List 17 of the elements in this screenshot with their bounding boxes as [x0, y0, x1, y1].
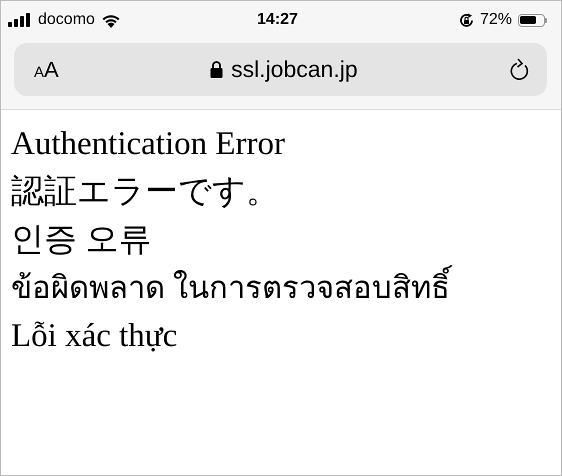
carrier-name: docomo [38, 11, 95, 29]
clock-time: 14:27 [257, 11, 298, 29]
reload-icon[interactable] [509, 58, 531, 82]
error-message: 인증 오류 [11, 221, 152, 260]
error-message: Authentication Error [11, 125, 286, 164]
error-message: ข้อผิดพลาด ในการตรวจสอบสิทธิ์ [11, 264, 551, 312]
error-message: Lỗi xác thực [11, 317, 178, 356]
error-message: 認証エラーです。 [11, 173, 280, 212]
battery-icon [518, 14, 547, 26]
battery-percent: 72% [480, 11, 512, 29]
address-bar[interactable]: AA ssl.jobcan.jp [14, 43, 547, 96]
lock-icon [210, 61, 224, 78]
rotation-lock-icon [458, 12, 474, 28]
signal-icon [8, 13, 32, 27]
wifi-icon [100, 12, 121, 28]
url-text: ssl.jobcan.jp [231, 56, 358, 83]
text-size-button[interactable]: AA [34, 56, 59, 82]
